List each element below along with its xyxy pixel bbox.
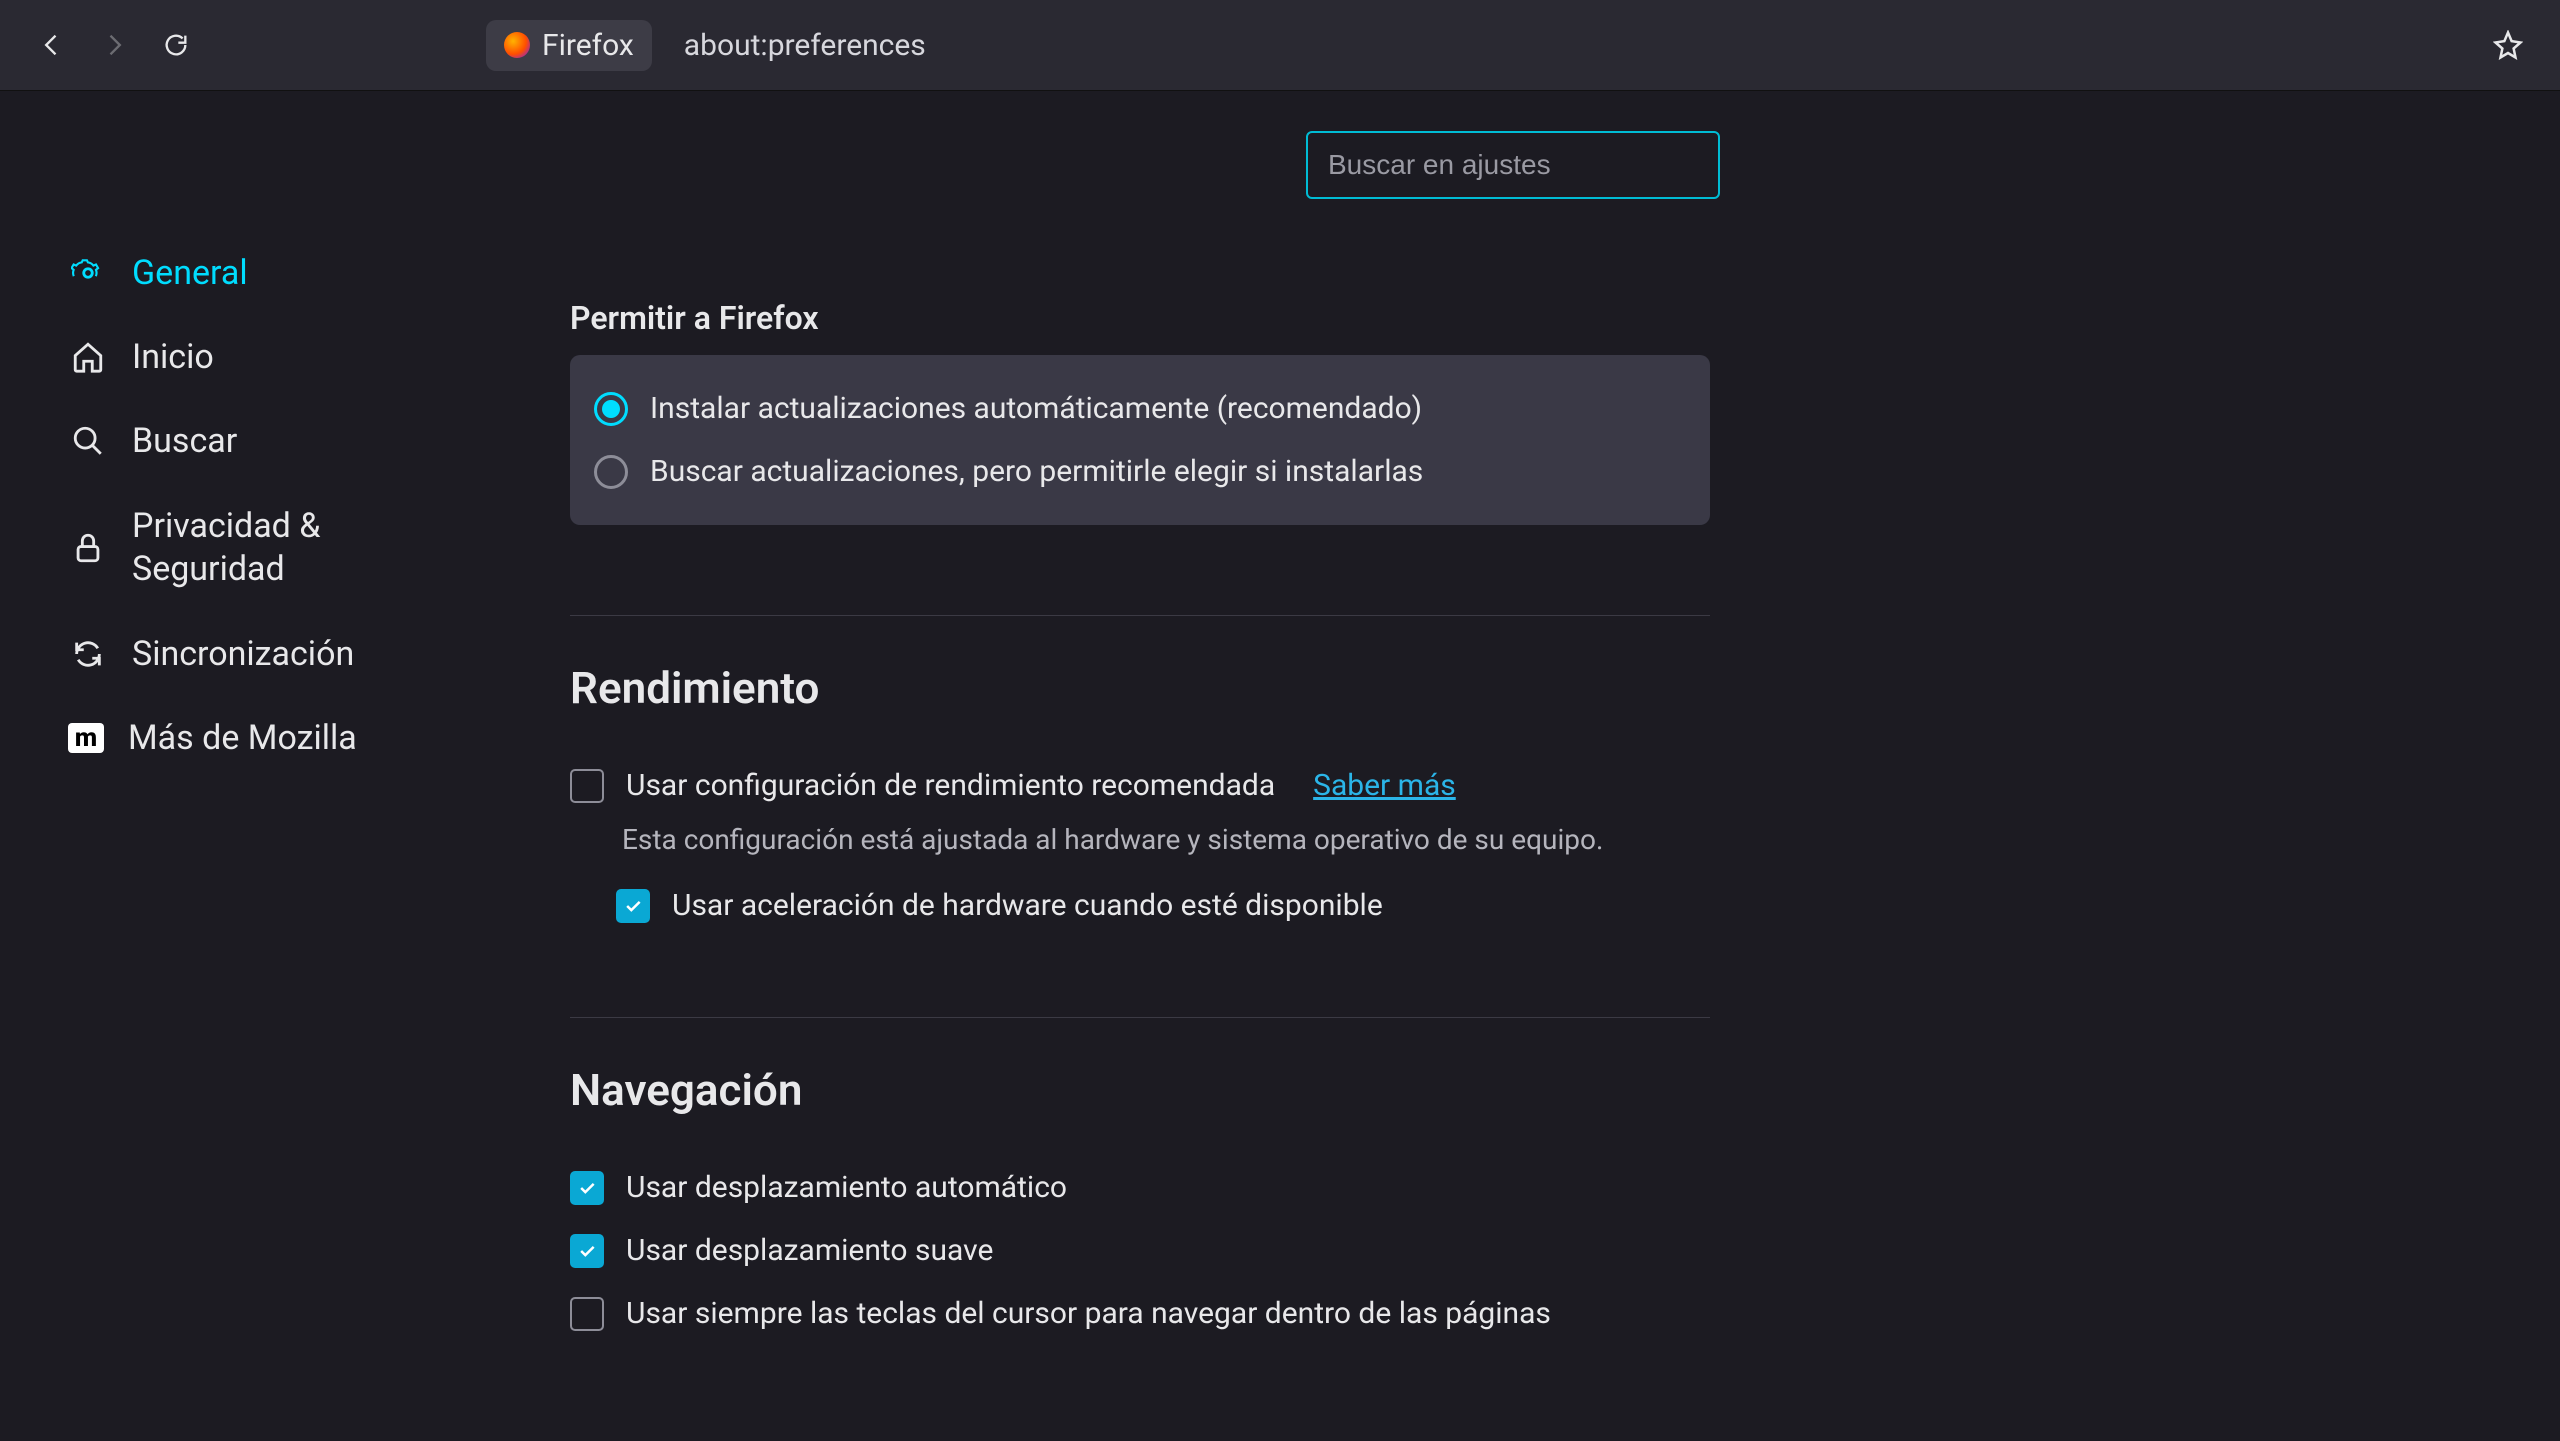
firefox-icon (504, 32, 530, 58)
updates-radio-group: Instalar actualizaciones automáticamente… (570, 355, 1710, 525)
sidebar-item-mozilla[interactable]: m Más de Mozilla (60, 696, 480, 780)
checkbox-icon (616, 889, 650, 923)
sync-icon (68, 634, 108, 674)
checkbox-label: Usar configuración de rendimiento recome… (626, 768, 1275, 803)
checkbox-label: Usar siempre las teclas del cursor para … (626, 1296, 1551, 1331)
identity-label: Firefox (542, 28, 634, 63)
hw-accel-checkbox[interactable]: Usar aceleración de hardware cuando esté… (616, 874, 1710, 937)
performance-hint: Esta configuración está ajustada al hard… (622, 823, 1710, 856)
updates-heading: Permitir a Firefox (570, 299, 1710, 337)
search-input[interactable] (1306, 131, 1720, 199)
performance-title: Rendimiento (570, 662, 1710, 714)
sidebar-item-general[interactable]: General (60, 231, 480, 315)
update-option-check[interactable]: Buscar actualizaciones, pero permitirle … (594, 440, 1686, 503)
sidebar-item-label: Más de Mozilla (128, 718, 357, 758)
forward-button[interactable] (92, 23, 136, 67)
smooth-scroll-checkbox[interactable]: Usar desplazamiento suave (570, 1219, 1710, 1282)
autoscroll-checkbox[interactable]: Usar desplazamiento automático (570, 1156, 1710, 1219)
content-area: Permitir a Firefox Instalar actualizacio… (510, 91, 2560, 1441)
sidebar-item-label: Buscar (132, 421, 237, 461)
identity-chip[interactable]: Firefox (486, 20, 652, 71)
bookmark-star-button[interactable] (2486, 23, 2530, 67)
checkbox-icon (570, 1171, 604, 1205)
checkbox-label: Usar aceleración de hardware cuando esté… (672, 888, 1383, 923)
browser-toolbar: Firefox about:preferences (0, 0, 2560, 91)
checkbox-icon (570, 769, 604, 803)
checkbox-label: Usar desplazamiento automático (626, 1170, 1067, 1205)
checkbox-icon (570, 1297, 604, 1331)
address-bar-url[interactable]: about:preferences (684, 28, 926, 63)
browsing-section: Navegación Usar desplazamiento automátic… (570, 1064, 1710, 1345)
home-icon (68, 337, 108, 377)
checkbox-label: Usar desplazamiento suave (626, 1233, 993, 1268)
radio-label: Buscar actualizaciones, pero permitirle … (650, 454, 1423, 489)
browsing-title: Navegación (570, 1064, 1710, 1116)
radio-icon (594, 392, 628, 426)
sidebar-item-label: Inicio (132, 337, 214, 377)
sidebar-item-label: General (132, 253, 248, 293)
update-option-auto[interactable]: Instalar actualizaciones automáticamente… (594, 377, 1686, 440)
caret-browsing-checkbox[interactable]: Usar siempre las teclas del cursor para … (570, 1282, 1710, 1345)
reload-button[interactable] (154, 23, 198, 67)
search-icon (68, 421, 108, 461)
lock-icon (68, 528, 108, 568)
sidebar-item-sync[interactable]: Sincronización (60, 612, 480, 696)
back-button[interactable] (30, 23, 74, 67)
sidebar-item-label: Privacidad & Seguridad (132, 505, 320, 590)
sidebar-item-search[interactable]: Buscar (60, 399, 480, 483)
learn-more-link[interactable]: Saber más (1313, 768, 1456, 803)
sidebar-item-label: Sincronización (132, 634, 354, 674)
performance-section: Rendimiento Usar configuración de rendim… (570, 662, 1710, 937)
checkbox-icon (570, 1234, 604, 1268)
sidebar-item-privacy[interactable]: Privacidad & Seguridad (60, 483, 480, 612)
mozilla-icon: m (68, 723, 104, 753)
radio-label: Instalar actualizaciones automáticamente… (650, 391, 1422, 426)
sidebar: General Inicio Buscar Privacidad & Segur… (0, 91, 510, 1441)
sidebar-item-home[interactable]: Inicio (60, 315, 480, 399)
section-divider (570, 615, 1710, 616)
perf-recommended-checkbox[interactable]: Usar configuración de rendimiento recome… (570, 754, 1710, 817)
radio-icon (594, 455, 628, 489)
section-divider (570, 1017, 1710, 1018)
gear-icon (68, 253, 108, 293)
